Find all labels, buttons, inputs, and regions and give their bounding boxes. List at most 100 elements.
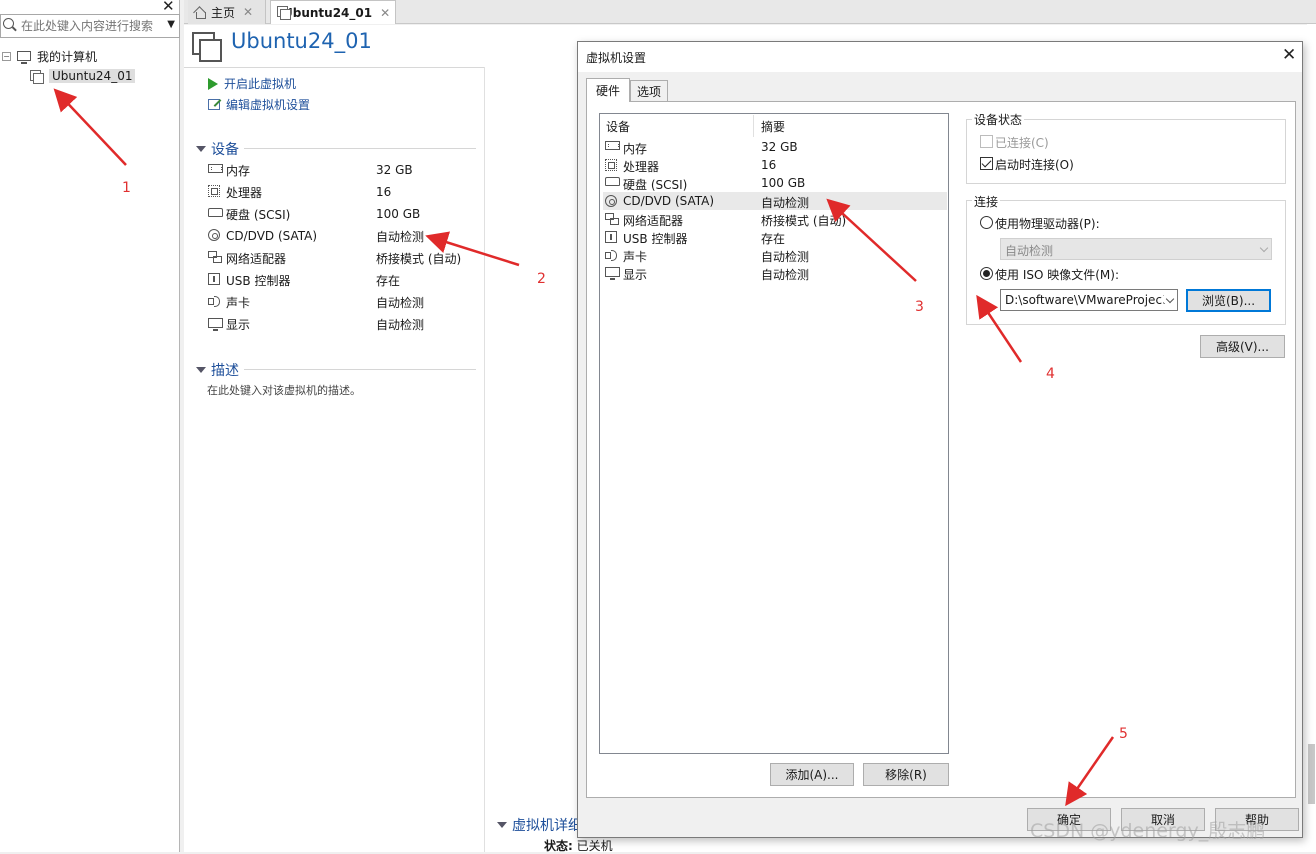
- device-value: 存在: [376, 273, 401, 288]
- annotation-number-1: 1: [122, 180, 131, 196]
- memory-icon: [605, 141, 620, 150]
- annotation-number-2: 2: [537, 271, 546, 287]
- physical-drive-select[interactable]: 自动检测: [1000, 238, 1272, 260]
- device-row-processor[interactable]: 处理器 16: [208, 182, 478, 202]
- description-section-header[interactable]: 描述: [196, 360, 239, 380]
- tab-vm[interactable]: Ubuntu24_01 ✕: [270, 0, 396, 24]
- search-icon: [3, 18, 14, 29]
- library-search-box[interactable]: ▼: [0, 14, 180, 38]
- device-name: 网络适配器: [226, 251, 287, 266]
- tab-label: Ubuntu24_01: [283, 5, 373, 20]
- vm-details-section-header[interactable]: 虚拟机详细: [497, 815, 582, 835]
- device-name: 显示: [623, 268, 648, 282]
- chevron-down-icon: [1259, 243, 1269, 253]
- collapse-icon[interactable]: [196, 146, 206, 152]
- tab-home[interactable]: 主页 ✕: [188, 0, 266, 24]
- dialog-close-icon[interactable]: ✕: [1282, 45, 1296, 65]
- column-separator[interactable]: [753, 115, 754, 137]
- list-item-display[interactable]: 显示 自动检测: [603, 264, 947, 282]
- chevron-down-icon[interactable]: [1165, 294, 1175, 304]
- device-value: 16: [376, 185, 392, 199]
- device-name: 处理器: [226, 185, 263, 200]
- processor-icon: [605, 159, 617, 171]
- select-value: D:\software\VMwareProject: [1005, 293, 1167, 307]
- virtual-machine-icon: [192, 32, 222, 62]
- column-header-summary[interactable]: 摘要: [761, 118, 785, 135]
- device-summary: 桥接模式 (自动): [761, 214, 847, 228]
- search-dropdown-icon[interactable]: ▼: [167, 19, 175, 30]
- column-header-device[interactable]: 设备: [606, 118, 630, 135]
- usb-controller-icon: [208, 273, 220, 285]
- watermark-text: CSDN @ydenergy_殷志鹏: [1030, 820, 1266, 842]
- display-icon: [605, 267, 620, 280]
- computer-icon: [17, 51, 31, 64]
- section-title: 描述: [211, 363, 239, 379]
- library-search-input[interactable]: [21, 17, 161, 35]
- browse-button[interactable]: 浏览(B)...: [1186, 289, 1271, 312]
- tab-hardware[interactable]: 硬件: [586, 78, 630, 102]
- tree-item-vm[interactable]: Ubuntu24_01: [30, 67, 136, 85]
- edit-settings-label: 编辑虚拟机设置: [226, 98, 311, 112]
- hard-disk-icon: [208, 208, 223, 217]
- tree-item-my-computer[interactable]: − 我的计算机: [2, 47, 97, 65]
- scrollbar-thumb[interactable]: [1308, 744, 1315, 804]
- home-icon: [194, 6, 206, 19]
- iso-path-combobox[interactable]: D:\software\VMwareProject: [1000, 289, 1178, 311]
- sound-card-icon: [208, 295, 220, 307]
- add-device-button[interactable]: 添加(A)...: [770, 763, 854, 786]
- device-row-sound-card[interactable]: 声卡 自动检测: [208, 292, 478, 312]
- close-tab-icon[interactable]: ✕: [243, 5, 253, 19]
- device-row-cd-dvd[interactable]: CD/DVD (SATA) 自动检测: [208, 226, 478, 246]
- divider: [244, 148, 476, 149]
- description-text[interactable]: 在此处键入对该虚拟机的描述。: [207, 382, 361, 398]
- list-item-memory[interactable]: 内存 32 GB: [603, 138, 947, 156]
- device-name: 网络适配器: [623, 214, 684, 228]
- list-item-hard-disk[interactable]: 硬盘 (SCSI) 100 GB: [603, 174, 947, 192]
- cd-dvd-icon: [605, 195, 617, 207]
- device-name: 硬盘 (SCSI): [623, 178, 688, 192]
- edit-settings-link[interactable]: 编辑虚拟机设置: [208, 96, 310, 113]
- collapse-icon[interactable]: [497, 822, 507, 828]
- close-tab-icon[interactable]: ✕: [380, 6, 390, 20]
- device-row-usb-controller[interactable]: USB 控制器 存在: [208, 270, 478, 290]
- display-icon: [208, 318, 223, 331]
- tab-options[interactable]: 选项: [630, 80, 668, 101]
- connected-label: 已连接(C): [995, 136, 1049, 150]
- advanced-button[interactable]: 高级(V)...: [1200, 335, 1285, 358]
- tree-item-label: Ubuntu24_01: [49, 69, 136, 83]
- device-summary: 自动检测: [761, 250, 810, 264]
- section-title: 设备: [211, 142, 239, 158]
- group-title: 设备状态: [972, 111, 1025, 128]
- device-value: 自动检测: [376, 317, 425, 332]
- usb-controller-icon: [605, 231, 617, 243]
- connect-at-power-on-checkbox[interactable]: [980, 157, 993, 170]
- list-item-cd-dvd[interactable]: CD/DVD (SATA) 自动检测: [603, 192, 947, 210]
- physical-drive-radio[interactable]: [980, 216, 993, 229]
- status-value: 已关机: [576, 839, 613, 853]
- device-summary: 存在: [761, 232, 786, 246]
- list-item-processor[interactable]: 处理器 16: [603, 156, 947, 174]
- list-item-sound-card[interactable]: 声卡 自动检测: [603, 246, 947, 264]
- virtual-machine-icon: [30, 69, 44, 84]
- vertical-scrollbar[interactable]: [1307, 24, 1316, 852]
- device-row-hard-disk[interactable]: 硬盘 (SCSI) 100 GB: [208, 204, 478, 224]
- device-row-network-adapter[interactable]: 网络适配器 桥接模式 (自动): [208, 248, 478, 268]
- power-on-link[interactable]: 开启此虚拟机: [208, 75, 296, 92]
- device-row-memory[interactable]: 内存 32 GB: [208, 160, 478, 180]
- device-name: 内存: [623, 142, 648, 156]
- dialog-titlebar[interactable]: [578, 42, 1302, 72]
- library-close-icon[interactable]: ✕: [162, 0, 175, 15]
- collapse-icon[interactable]: [196, 367, 206, 373]
- collapse-icon[interactable]: −: [2, 51, 11, 61]
- connected-checkbox[interactable]: [980, 135, 993, 148]
- devices-section-header[interactable]: 设备: [196, 139, 239, 159]
- device-row-display[interactable]: 显示 自动检测: [208, 314, 478, 334]
- annotation-number-5: 5: [1119, 726, 1128, 742]
- remove-device-button[interactable]: 移除(R): [863, 763, 949, 786]
- vm-title: Ubuntu24_01: [231, 29, 372, 53]
- divider: [244, 369, 476, 370]
- list-item-network-adapter[interactable]: 网络适配器 桥接模式 (自动): [603, 210, 947, 228]
- list-item-usb-controller[interactable]: USB 控制器 存在: [603, 228, 947, 246]
- iso-image-radio[interactable]: [980, 267, 993, 280]
- device-name: CD/DVD (SATA): [226, 229, 318, 243]
